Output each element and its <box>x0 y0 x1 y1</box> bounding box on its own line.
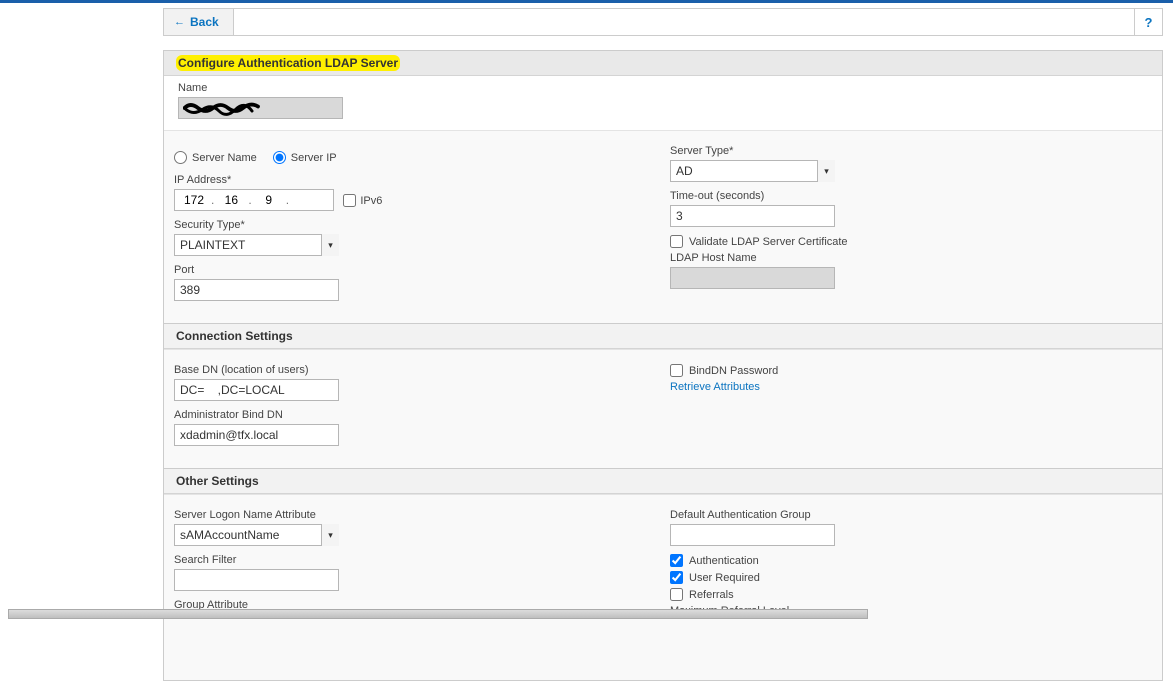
horizontal-scrollbar[interactable] <box>8 609 868 619</box>
retrieve-attributes-link[interactable]: Retrieve Attributes <box>670 381 1152 393</box>
search-filter-input[interactable] <box>174 569 339 591</box>
other-settings-header: Other Settings <box>164 468 1162 494</box>
ip-oct3[interactable] <box>256 192 282 208</box>
port-label: Port <box>174 264 656 276</box>
ip-address-label: IP Address* <box>174 174 656 186</box>
validate-cert-checkbox[interactable] <box>670 235 683 248</box>
base-dn-label: Base DN (location of users) <box>174 364 656 376</box>
timeout-label: Time-out (seconds) <box>670 190 1152 202</box>
search-filter-label: Search Filter <box>174 554 656 566</box>
server-type-label: Server Type* <box>670 145 1152 157</box>
referrals-label: Referrals <box>689 589 734 601</box>
binddn-password-label: BindDN Password <box>689 365 778 377</box>
ldap-host-label: LDAP Host Name <box>670 252 1152 264</box>
logon-attr-select[interactable]: sAMAccountName <box>174 524 339 546</box>
name-label: Name <box>178 82 1148 94</box>
ip-address-input[interactable]: . . . <box>174 189 334 211</box>
security-type-label: Security Type* <box>174 219 656 231</box>
binddn-password-checkbox[interactable] <box>670 364 683 377</box>
security-type-select[interactable]: PLAINTEXT <box>174 234 339 256</box>
ip-oct4[interactable] <box>293 192 319 208</box>
breadcrumb-bar: ← Back ? <box>163 8 1163 36</box>
name-field[interactable] <box>178 97 343 119</box>
authentication-checkbox[interactable] <box>670 554 683 567</box>
timeout-input[interactable] <box>670 205 835 227</box>
redacted-scribble-icon <box>183 100 273 116</box>
server-type-select[interactable]: AD <box>670 160 835 182</box>
back-label: Back <box>190 15 219 29</box>
back-arrow-icon: ← <box>174 16 185 28</box>
server-row: Server Name Server IP IP Address* . . . <box>164 130 1162 323</box>
user-required-checkbox[interactable] <box>670 571 683 584</box>
help-button[interactable]: ? <box>1134 9 1162 35</box>
admin-bind-label: Administrator Bind DN <box>174 409 656 421</box>
ip-oct1[interactable] <box>181 192 207 208</box>
admin-bind-input[interactable] <box>174 424 339 446</box>
panel-title: Configure Authentication LDAP Server <box>164 51 1162 76</box>
port-input[interactable] <box>174 279 339 301</box>
logon-attr-label: Server Logon Name Attribute <box>174 509 656 521</box>
server-name-radio[interactable]: Server Name <box>174 151 257 164</box>
ldap-config-panel: Configure Authentication LDAP Server Nam… <box>163 50 1163 681</box>
authentication-label: Authentication <box>689 555 759 567</box>
panel-title-text: Configure Authentication LDAP Server <box>176 55 400 71</box>
ipv6-checkbox[interactable] <box>343 194 356 207</box>
connection-row: Base DN (location of users) Administrato… <box>164 349 1162 468</box>
ipv6-label: IPv6 <box>360 195 382 207</box>
ip-oct2[interactable] <box>218 192 244 208</box>
referrals-checkbox[interactable] <box>670 588 683 601</box>
validate-cert-label: Validate LDAP Server Certificate <box>689 236 848 248</box>
server-mode-radios: Server Name Server IP <box>174 145 656 174</box>
back-button[interactable]: ← Back <box>164 9 234 35</box>
default-auth-group-input[interactable] <box>670 524 835 546</box>
default-auth-group-label: Default Authentication Group <box>670 509 1152 521</box>
base-dn-input[interactable] <box>174 379 339 401</box>
ldap-host-input[interactable] <box>670 267 835 289</box>
user-required-label: User Required <box>689 572 760 584</box>
connection-settings-header: Connection Settings <box>164 323 1162 349</box>
server-ip-radio[interactable]: Server IP <box>273 151 337 164</box>
other-row: Server Logon Name Attribute sAMAccountNa… <box>164 494 1162 680</box>
